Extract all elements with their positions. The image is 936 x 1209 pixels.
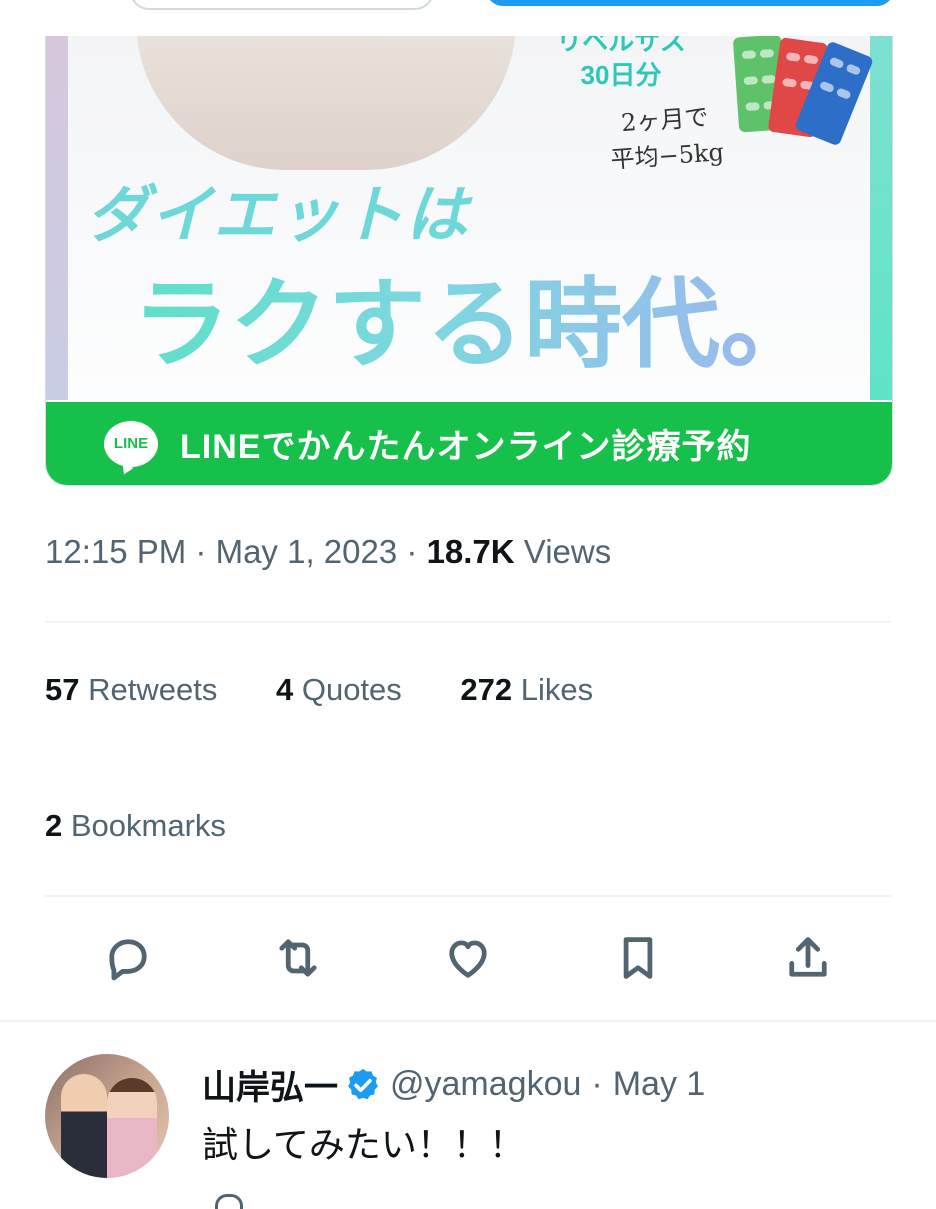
reply-icon	[109, 939, 147, 981]
bookmark-button[interactable]	[605, 925, 671, 991]
tweet-date[interactable]: May 1, 2023	[216, 533, 398, 570]
reply-tweet[interactable]: 山岸弘一 @yamagkou · May 1 試してみたい！！！	[0, 1020, 936, 1209]
likes-stat[interactable]: 272 Likes	[460, 672, 593, 708]
meta-separator: ·	[406, 533, 418, 570]
tweet-action-bar	[45, 925, 891, 995]
reply-date[interactable]: May 1	[613, 1065, 706, 1104]
ad-frame-left	[46, 30, 68, 400]
tweet-meta: 12:15 PM · May 1, 2023 · 18.7K Views	[45, 533, 611, 571]
ad-headline-2: ラクする時代。	[132, 245, 818, 387]
views-count: 18.7K	[426, 533, 515, 570]
quotes-stat[interactable]: 4 Quotes	[276, 672, 402, 708]
divider	[45, 621, 891, 623]
ad-frame-right	[870, 30, 892, 400]
tweet-time[interactable]: 12:15 PM	[45, 533, 186, 570]
ad-product-text: リベルサス 30日分	[556, 30, 686, 90]
verified-badge-icon	[348, 1068, 378, 1099]
tweet-stats: 57 Retweets 4 Quotes 272 Likes	[45, 672, 643, 708]
like-button[interactable]	[435, 925, 501, 991]
share-icon	[789, 937, 827, 977]
reply-text: 試してみたい！！！	[202, 1124, 525, 1165]
avatar-person-right	[107, 1078, 157, 1178]
tweet-media-ad-image[interactable]: リベルサス 30日分 2ヶ月で 平均−5kg ダイエットは ラクする時代。 LI…	[45, 30, 893, 486]
divider	[45, 895, 891, 897]
retweet-button[interactable]	[265, 925, 331, 991]
retweets-stat[interactable]: 57 Retweets	[45, 672, 217, 708]
share-button[interactable]	[775, 925, 841, 991]
line-cta-text: LINEでかんたんオンライン診療予約	[180, 428, 752, 466]
ad-headline-1: ダイエットは	[86, 181, 470, 250]
reply-header: 山岸弘一 @yamagkou · May 1	[202, 1060, 705, 1109]
like-icon	[449, 940, 487, 978]
views-label: Views	[523, 533, 612, 570]
line-cta-bar[interactable]: LINE LINEでかんたんオンライン診療予約	[46, 402, 892, 485]
line-logo-icon: LINE	[104, 420, 158, 467]
reply-author-name[interactable]: 山岸弘一	[202, 1060, 338, 1109]
avatar-person-left	[61, 1074, 107, 1178]
top-pill-button-right[interactable]	[486, 0, 894, 6]
reply-button[interactable]	[95, 925, 161, 991]
bookmarks-stat[interactable]: 2 Bookmarks	[45, 808, 226, 844]
top-pill-button-left[interactable]	[130, 0, 434, 10]
retweet-icon	[279, 939, 317, 977]
avatar[interactable]	[45, 1054, 169, 1178]
meta-separator: ·	[195, 533, 207, 570]
top-bar	[0, 0, 936, 36]
reply-action-icon-partial[interactable]	[215, 1194, 243, 1209]
bookmark-icon	[623, 937, 653, 979]
reply-author-handle[interactable]: @yamagkou	[390, 1065, 581, 1104]
reply-separator: ·	[591, 1065, 603, 1103]
